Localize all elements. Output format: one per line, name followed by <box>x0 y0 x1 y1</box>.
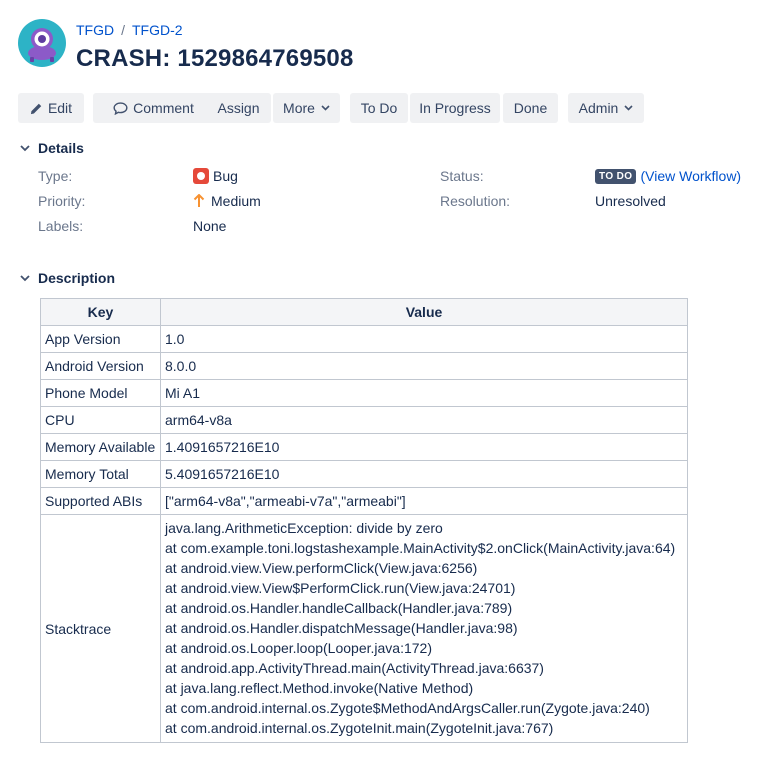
more-button[interactable]: More <box>273 93 340 123</box>
breadcrumb-issue-link[interactable]: TFGD-2 <box>132 22 183 38</box>
page-title: CRASH: 1529864769508 <box>76 45 354 72</box>
details-toggle[interactable]: Details <box>18 140 84 156</box>
row-value: 1.4091657216E10 <box>160 433 688 461</box>
transition-in-progress-button[interactable]: In Progress <box>410 93 500 123</box>
pencil-icon <box>30 102 43 115</box>
breadcrumb: TFGD / TFGD-2 <box>76 22 183 38</box>
breadcrumb-project-link[interactable]: TFGD <box>76 22 114 38</box>
edit-button[interactable]: Edit <box>18 93 84 123</box>
stacktrace-line: java.lang.ArithmeticException: divide by… <box>165 520 443 536</box>
description-heading: Description <box>38 270 116 286</box>
table-row: CPU arm64-v8a <box>40 406 688 434</box>
row-key: Memory Available <box>40 433 161 461</box>
stacktrace-line: at android.os.Handler.dispatchMessage(Ha… <box>165 620 518 636</box>
table-row: Supported ABIs ["arm64-v8a","armeabi-v7a… <box>40 487 688 515</box>
stacktrace-line: at android.os.Handler.handleCallback(Han… <box>165 600 513 616</box>
chevron-down-icon <box>624 105 633 111</box>
chevron-down-icon <box>321 105 330 111</box>
row-value: 1.0 <box>160 325 688 353</box>
stacktrace-value: java.lang.ArithmeticException: divide by… <box>160 514 688 743</box>
done-button-label: Done <box>513 100 548 116</box>
resolution-value: Unresolved <box>595 193 666 209</box>
stacktrace-line: at android.view.View$PerformClick.run(Vi… <box>165 580 516 596</box>
table-header-row: Key Value <box>40 298 688 326</box>
column-header-value: Value <box>160 298 688 326</box>
description-table: Key Value App Version 1.0 Android Versio… <box>40 298 688 743</box>
details-heading: Details <box>38 140 84 156</box>
priority-value-text: Medium <box>211 193 261 209</box>
admin-button-label: Admin <box>578 100 619 116</box>
status-label: Status: <box>440 168 484 184</box>
comment-button-label: Comment <box>133 100 194 116</box>
row-key: Memory Total <box>40 460 161 488</box>
row-value: Mi A1 <box>160 379 688 407</box>
labels-value: None <box>193 218 227 234</box>
row-key: Stacktrace <box>40 514 161 743</box>
edit-button-label: Edit <box>47 100 73 116</box>
table-row: Memory Available 1.4091657216E10 <box>40 433 688 461</box>
row-key: Phone Model <box>40 379 161 407</box>
transition-done-button[interactable]: Done <box>503 93 558 123</box>
stacktrace-line: at java.lang.reflect.Method.invoke(Nativ… <box>165 680 474 696</box>
column-header-key: Key <box>40 298 161 326</box>
stacktrace-line: at com.android.internal.os.ZygoteInit.ma… <box>165 720 554 736</box>
row-value: arm64-v8a <box>160 406 688 434</box>
chevron-down-icon <box>18 141 32 155</box>
transition-todo-button[interactable]: To Do <box>350 93 408 123</box>
resolution-label: Resolution: <box>440 193 511 209</box>
bug-icon <box>193 168 209 184</box>
row-value: 5.4091657216E10 <box>160 460 688 488</box>
stacktrace-line: at com.android.internal.os.Zygote$Method… <box>165 700 650 716</box>
row-key: Android Version <box>40 352 161 380</box>
table-row: Android Version 8.0.0 <box>40 352 688 380</box>
chevron-down-icon <box>18 271 32 285</box>
table-row: Phone Model Mi A1 <box>40 379 688 407</box>
view-workflow-link[interactable]: (View Workflow) <box>640 168 741 184</box>
stacktrace-line: at android.os.Looper.loop(Looper.java:17… <box>165 640 432 656</box>
issue-header: TFGD / TFGD-2 CRASH: 1529864769508 <box>18 19 758 72</box>
table-row-stacktrace: Stacktrace java.lang.ArithmeticException… <box>40 514 688 743</box>
description-toggle[interactable]: Description <box>18 270 115 286</box>
project-avatar-icon[interactable] <box>18 19 66 67</box>
breadcrumb-separator: / <box>121 22 125 38</box>
admin-button[interactable]: Admin <box>568 93 644 123</box>
more-button-label: More <box>283 100 315 116</box>
arrow-up-icon <box>193 194 205 208</box>
status-value: TO DO (View Workflow) <box>595 168 741 184</box>
row-key: App Version <box>40 325 161 353</box>
table-row: Memory Total 5.4091657216E10 <box>40 460 688 488</box>
stacktrace-line: at android.app.ActivityThread.main(Activ… <box>165 660 544 676</box>
stacktrace-line: at android.view.View.performClick(View.j… <box>165 560 478 576</box>
priority-label: Priority: <box>38 193 86 209</box>
assign-button[interactable]: Assign <box>206 93 271 123</box>
type-label: Type: <box>38 168 73 184</box>
comment-button[interactable]: Comment <box>93 93 214 123</box>
todo-button-label: To Do <box>360 100 398 116</box>
in-progress-button-label: In Progress <box>419 100 491 116</box>
assign-button-label: Assign <box>217 100 260 116</box>
status-badge: TO DO <box>595 168 637 184</box>
row-key: Supported ABIs <box>40 487 161 515</box>
table-row: App Version 1.0 <box>40 325 688 353</box>
row-value: 8.0.0 <box>160 352 688 380</box>
comment-icon <box>113 101 128 115</box>
type-value: Bug <box>193 168 238 184</box>
labels-label: Labels: <box>38 218 84 234</box>
type-value-text: Bug <box>213 168 238 184</box>
row-value: ["arm64-v8a","armeabi-v7a","armeabi"] <box>160 487 688 515</box>
stacktrace-line: at com.example.toni.logstashexample.Main… <box>165 540 676 556</box>
priority-value: Medium <box>193 193 261 209</box>
row-key: CPU <box>40 406 161 434</box>
